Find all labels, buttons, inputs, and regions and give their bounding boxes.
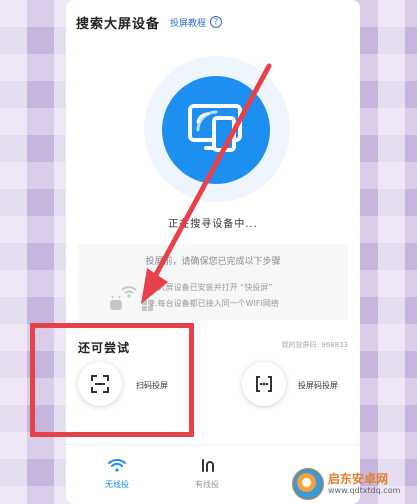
watermark-text: 启东安卓网 www.qdtxtdq.com	[328, 472, 400, 496]
cable-icon	[202, 459, 214, 472]
screen-cast-icon	[188, 104, 242, 152]
hint-box: 投屏前，请确保您已完成以下步骤 1.大屏设备已安装并打开 “快投屏” 2.每台设…	[78, 244, 348, 320]
tutorial-link[interactable]: 投屏教程	[170, 16, 206, 29]
wifi-icon	[108, 459, 126, 472]
my-cast-code: 我的投屏码: 968813	[281, 341, 348, 349]
code-cast-button[interactable]	[242, 362, 286, 406]
code-cast-label[interactable]: 投屏码投屏	[298, 380, 338, 391]
hint-step-2: 2.每台设备都已接入同一个WIFI网络	[150, 299, 279, 308]
site-watermark: 启东安卓网 www.qdtxtdq.com	[292, 466, 416, 502]
header: 搜索大屏设备 投屏教程 ?	[76, 12, 346, 32]
page-title: 搜索大屏设备	[76, 16, 161, 32]
nav-wired[interactable]: 有线投	[182, 457, 232, 490]
nav-wired-label: 有线投	[195, 480, 219, 489]
nav-wireless[interactable]: 无线投	[92, 457, 142, 490]
watermark-url: www.qdtxtdq.com	[328, 486, 401, 495]
hint-step-1: 1.大屏设备已安装并打开 “快投屏”	[150, 283, 273, 292]
highlight-box	[30, 323, 194, 437]
watermark-logo	[292, 468, 324, 500]
nav-wireless-label: 无线投	[105, 480, 129, 489]
watermark-name: 启东安卓网	[328, 472, 389, 486]
search-status: 正在搜寻设备中...	[168, 219, 258, 230]
cast-code-icon	[256, 376, 272, 392]
help-icon[interactable]: ?	[210, 16, 223, 28]
hint-title: 投屏前，请确保您已完成以下步骤	[145, 257, 281, 267]
